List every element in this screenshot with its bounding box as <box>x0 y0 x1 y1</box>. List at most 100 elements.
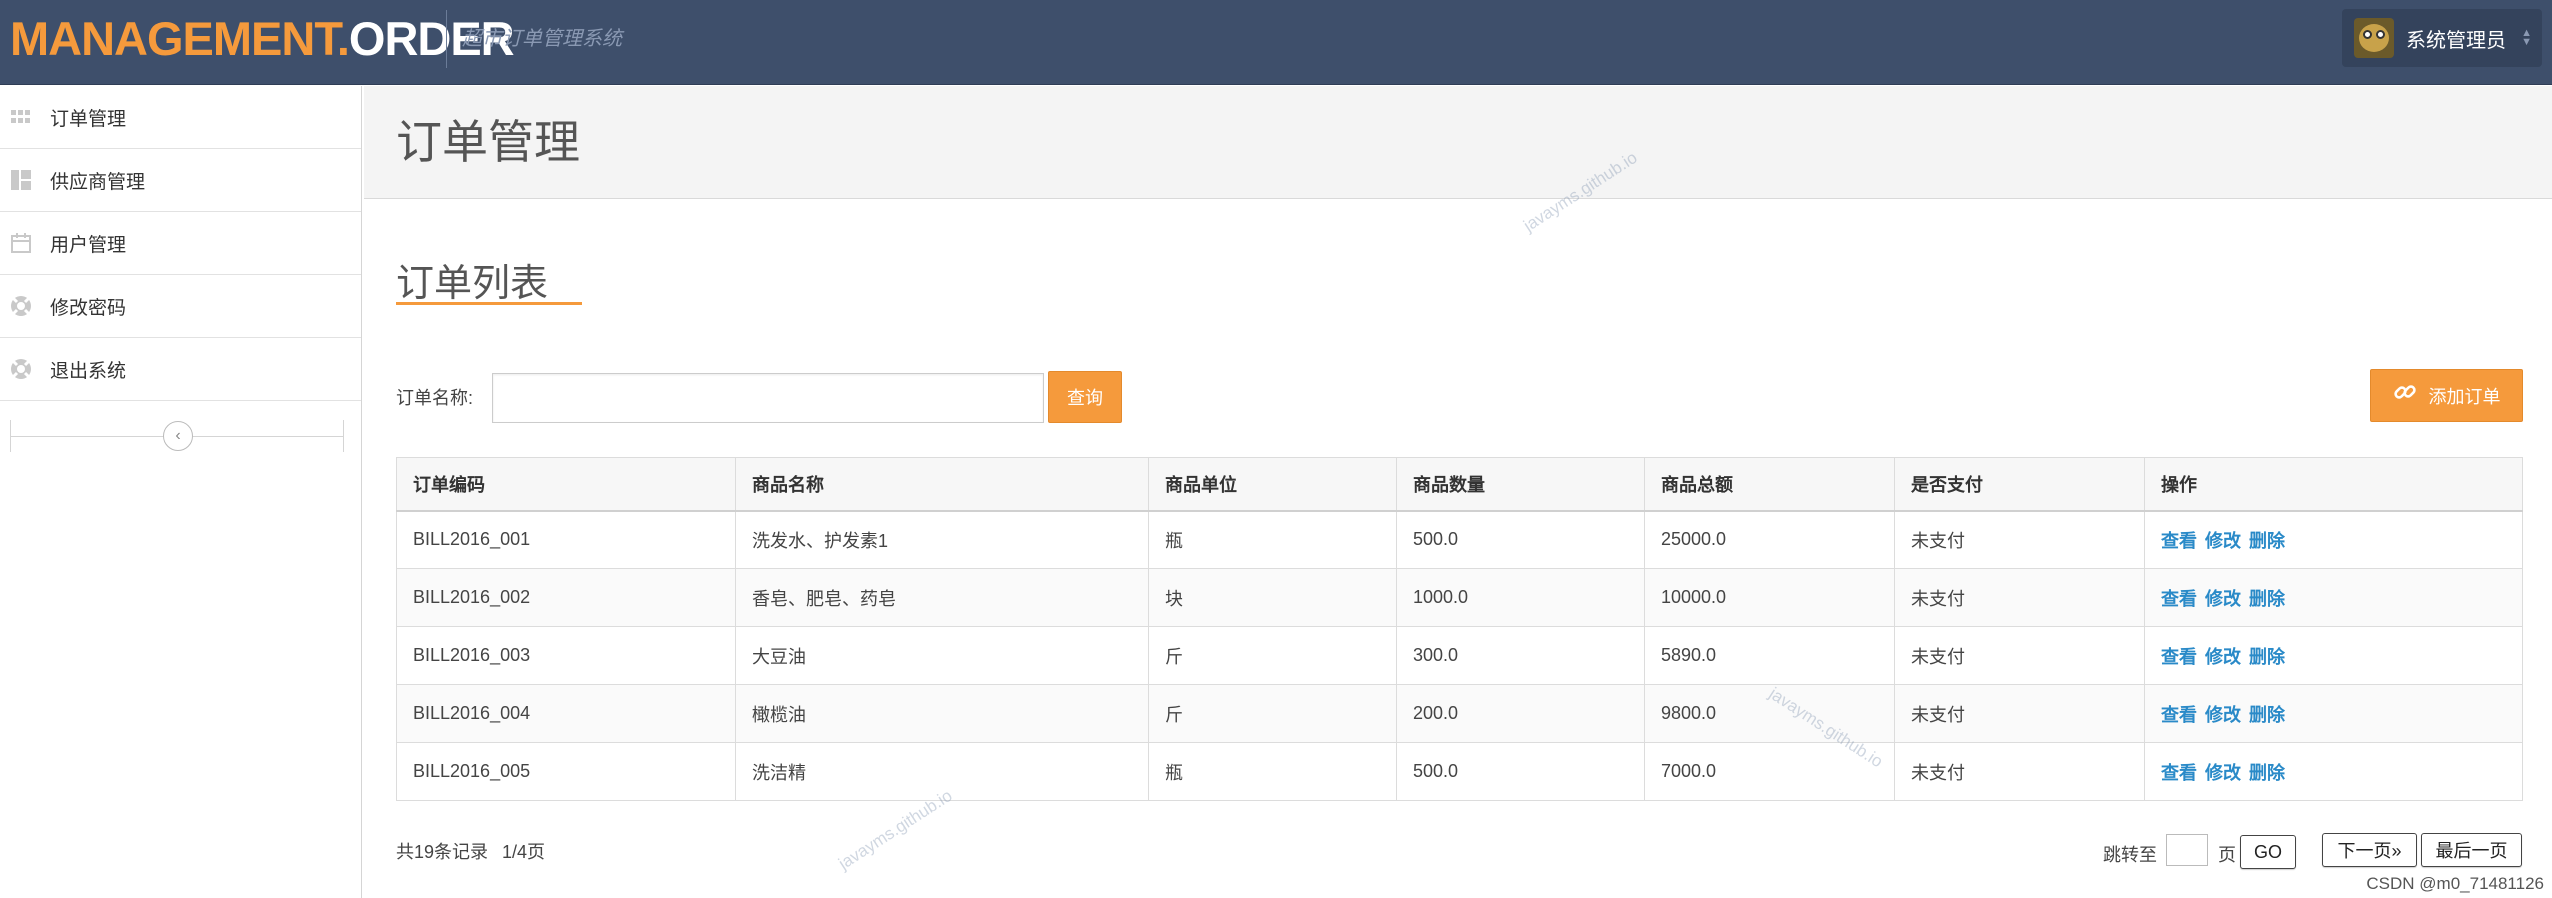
user-name: 系统管理员 <box>2406 29 2506 52</box>
column-header: 商品总额 <box>1644 457 1895 512</box>
delete-link[interactable]: 删除 <box>2249 705 2285 725</box>
sidebar-item-label: 订单管理 <box>50 108 127 130</box>
view-link[interactable]: 查看 <box>2161 647 2197 667</box>
search-button[interactable]: 查询 <box>1048 371 1122 423</box>
product-quantity-cell: 500.0 <box>1396 742 1645 801</box>
product-total-cell: 25000.0 <box>1644 510 1895 569</box>
delete-link[interactable]: 删除 <box>2249 763 2285 783</box>
product-name-cell: 大豆油 <box>735 626 1149 685</box>
order-code-cell: BILL2016_003 <box>396 626 736 685</box>
system-subtitle: 超市订单管理系统 <box>462 28 622 50</box>
user-menu[interactable]: 系统管理员 ▲ ▼ <box>2342 9 2542 67</box>
payment-status-cell: 未支付 <box>1894 742 2145 801</box>
edit-link[interactable]: 修改 <box>2205 705 2241 725</box>
calendar-icon <box>10 232 32 254</box>
order-code-cell: BILL2016_002 <box>396 568 736 627</box>
order-code-cell: BILL2016_005 <box>396 742 736 801</box>
collapse-sidebar-button[interactable]: ‹ <box>163 421 193 451</box>
brand-divider <box>446 10 447 68</box>
delete-link[interactable]: 删除 <box>2249 647 2285 667</box>
product-unit-cell: 块 <box>1148 568 1397 627</box>
grid-icon <box>10 106 32 128</box>
edit-link[interactable]: 修改 <box>2205 647 2241 667</box>
product-name-cell: 洗发水、护发素1 <box>735 510 1149 569</box>
column-header: 操作 <box>2144 457 2523 512</box>
sidebar-item-users[interactable]: 用户管理 <box>0 212 361 275</box>
view-link[interactable]: 查看 <box>2161 531 2197 551</box>
table-row: BILL2016_002 香皂、肥皂、药皂 块 1000.0 10000.0 未… <box>396 568 2523 627</box>
orders-table: 订单编码 商品名称 商品单位 商品数量 商品总额 是否支付 操作 BILL201… <box>396 457 2523 801</box>
order-name-input[interactable] <box>492 373 1044 423</box>
sidebar: 订单管理 供应商管理 用户管理 修改密码 退出系统 ‹ <box>0 86 362 898</box>
sidebar-item-label: 退出系统 <box>50 360 127 382</box>
actions-cell: 查看 修改 删除 <box>2144 510 2523 569</box>
sidebar-item-suppliers[interactable]: 供应商管理 <box>0 149 361 212</box>
edit-link[interactable]: 修改 <box>2205 589 2241 609</box>
order-code-cell: BILL2016_004 <box>396 684 736 743</box>
table-row: BILL2016_004 橄榄油 斤 200.0 9800.0 未支付 查看 修改… <box>396 684 2523 743</box>
lifebuoy-icon <box>10 358 32 380</box>
avatar <box>2354 18 2394 58</box>
page-indicator: 1/4页 <box>502 842 546 862</box>
product-total-cell: 5890.0 <box>1644 626 1895 685</box>
product-total-cell: 10000.0 <box>1644 568 1895 627</box>
edit-link[interactable]: 修改 <box>2205 763 2241 783</box>
actions-cell: 查看 修改 删除 <box>2144 684 2523 743</box>
sidebar-item-label: 修改密码 <box>50 297 127 319</box>
product-unit-cell: 瓶 <box>1148 742 1397 801</box>
payment-status-cell: 未支付 <box>1894 684 2145 743</box>
sort-caret-icon: ▲ ▼ <box>2521 27 2532 48</box>
product-unit-cell: 斤 <box>1148 626 1397 685</box>
page-title: 订单管理 <box>396 116 580 168</box>
sidebar-item-label: 用户管理 <box>50 234 127 256</box>
view-link[interactable]: 查看 <box>2161 589 2197 609</box>
actions-cell: 查看 修改 删除 <box>2144 568 2523 627</box>
column-header: 商品名称 <box>735 457 1149 512</box>
sidebar-item-orders[interactable]: 订单管理 <box>0 86 361 149</box>
layout-icon <box>10 169 32 191</box>
add-order-button[interactable]: 添加订单 <box>2370 369 2523 422</box>
edit-link[interactable]: 修改 <box>2205 531 2241 551</box>
column-header: 订单编码 <box>396 457 736 512</box>
sidebar-item-logout[interactable]: 退出系统 <box>0 338 361 401</box>
delete-link[interactable]: 删除 <box>2249 589 2285 609</box>
brand-logo[interactable]: MANAGEMENT. ORDER <box>10 8 515 68</box>
column-header: 商品单位 <box>1148 457 1397 512</box>
sidebar-item-label: 供应商管理 <box>50 171 146 193</box>
order-code-cell: BILL2016_001 <box>396 510 736 569</box>
view-link[interactable]: 查看 <box>2161 705 2197 725</box>
search-label: 订单名称: <box>396 388 474 408</box>
go-button[interactable]: GO <box>2240 835 2296 869</box>
sidebar-item-change-password[interactable]: 修改密码 <box>0 275 361 338</box>
view-link[interactable]: 查看 <box>2161 763 2197 783</box>
product-unit-cell: 斤 <box>1148 684 1397 743</box>
product-quantity-cell: 200.0 <box>1396 684 1645 743</box>
actions-cell: 查看 修改 删除 <box>2144 626 2523 685</box>
pagination-info: 共19条记录 1/4页 <box>396 838 559 864</box>
csdn-credit: CSDN @m0_71481126 <box>2366 874 2544 893</box>
table-row: BILL2016_003 大豆油 斤 300.0 5890.0 未支付 查看 修改… <box>396 626 2523 685</box>
total-records: 共19条记录 <box>396 842 489 862</box>
payment-status-cell: 未支付 <box>1894 626 2145 685</box>
page-unit-label: 页 <box>2218 845 2236 865</box>
product-quantity-cell: 300.0 <box>1396 626 1645 685</box>
product-name-cell: 橄榄油 <box>735 684 1149 743</box>
table-row: BILL2016_001 洗发水、护发素1 瓶 500.0 25000.0 未支… <box>396 510 2523 569</box>
actions-cell: 查看 修改 删除 <box>2144 742 2523 801</box>
payment-status-cell: 未支付 <box>1894 510 2145 569</box>
section-underline <box>396 302 582 305</box>
payment-status-cell: 未支付 <box>1894 568 2145 627</box>
product-quantity-cell: 500.0 <box>1396 510 1645 569</box>
delete-link[interactable]: 删除 <box>2249 531 2285 551</box>
column-header: 商品数量 <box>1396 457 1645 512</box>
product-unit-cell: 瓶 <box>1148 510 1397 569</box>
product-quantity-cell: 1000.0 <box>1396 568 1645 627</box>
jump-page-input[interactable] <box>2166 834 2208 866</box>
next-page-button[interactable]: 下一页» <box>2322 833 2417 867</box>
section-title: 订单列表 <box>396 263 549 305</box>
last-page-button[interactable]: 最后一页 <box>2421 833 2522 867</box>
table-header-row: 订单编码 商品名称 商品单位 商品数量 商品总额 是否支付 操作 <box>396 457 2523 512</box>
lifebuoy-icon <box>10 295 32 317</box>
page-header: 订单管理 <box>364 86 2552 199</box>
product-name-cell: 香皂、肥皂、药皂 <box>735 568 1149 627</box>
